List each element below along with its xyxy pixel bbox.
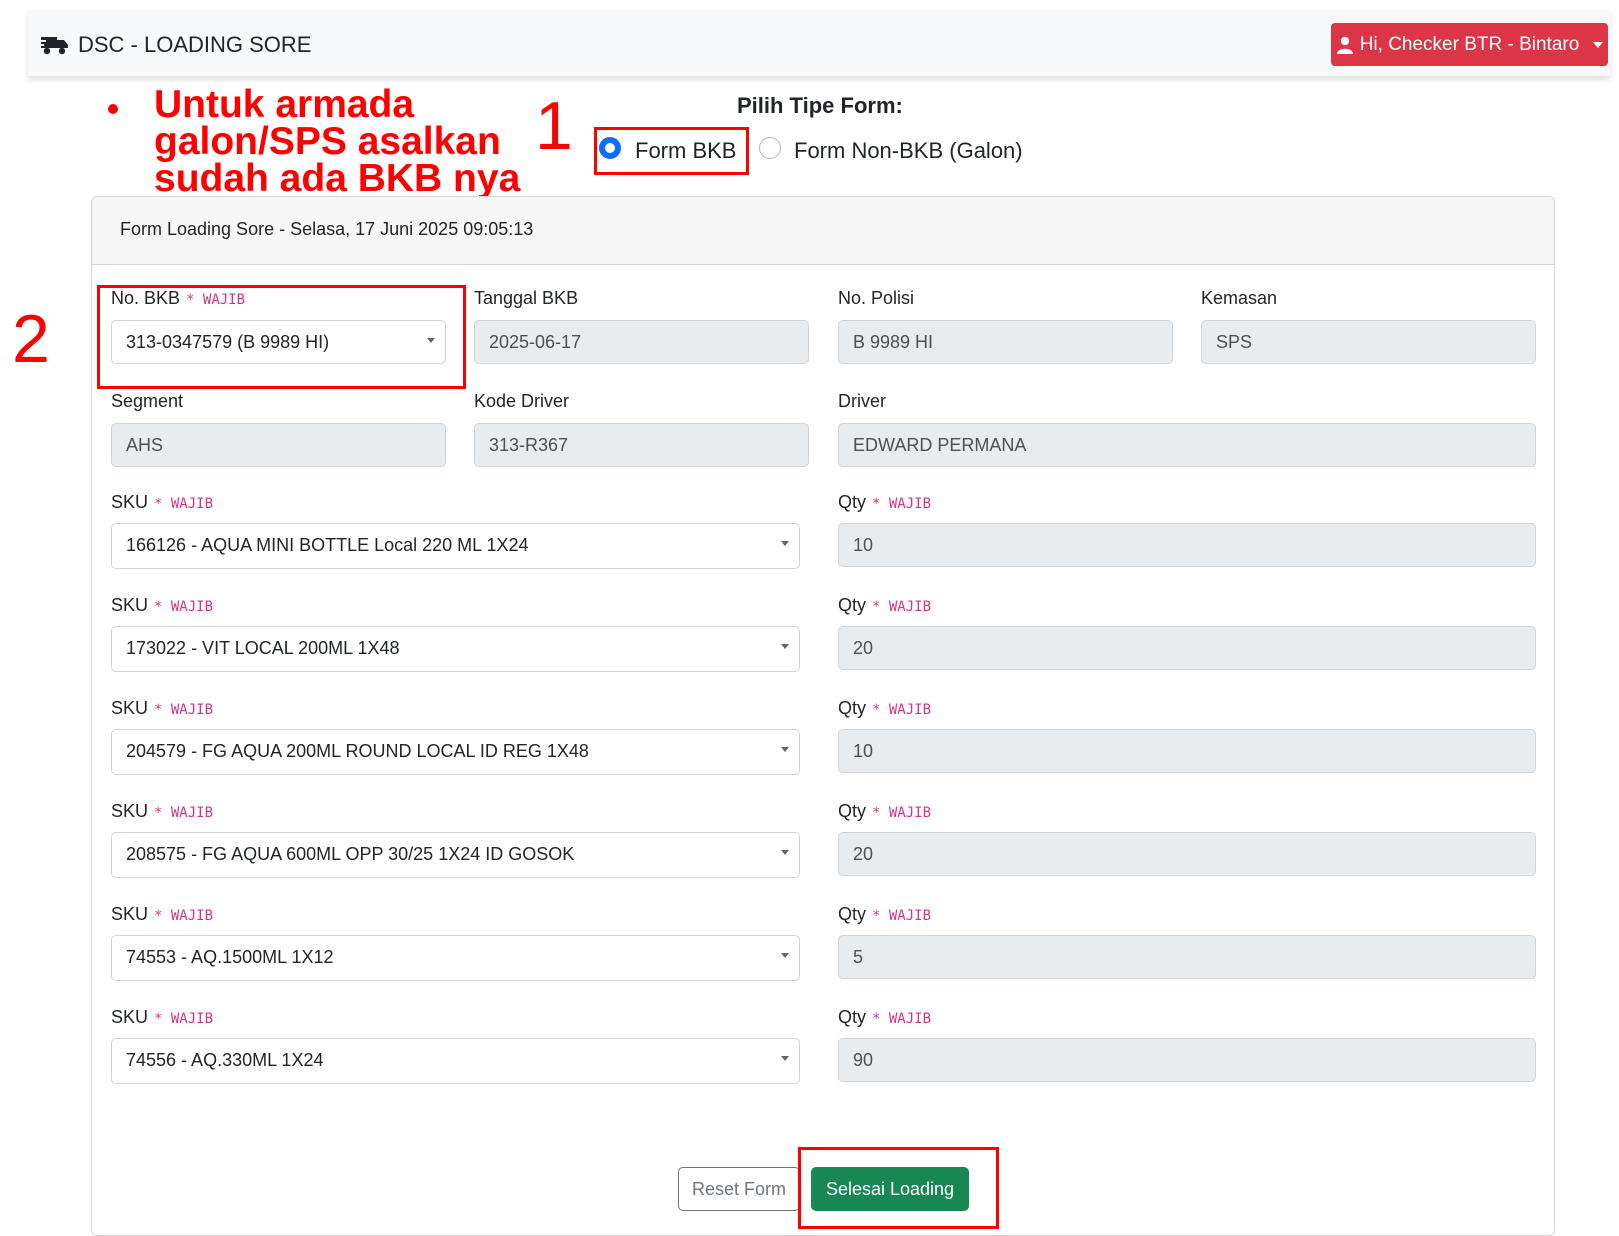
caret-down-icon bbox=[1593, 41, 1604, 48]
sku-value: 173022 - VIT LOCAL 200ML 1X48 bbox=[126, 638, 400, 658]
annotation-bullet bbox=[108, 104, 118, 114]
no-polisi-field[interactable]: B 9989 HI bbox=[838, 320, 1173, 364]
required-tag: * WAJIB bbox=[154, 702, 214, 718]
segment-field[interactable]: AHS bbox=[111, 423, 446, 467]
sku-select[interactable]: 74556 - AQ.330ML 1X24 bbox=[111, 1038, 800, 1084]
sku-select[interactable]: 74553 - AQ.1500ML 1X12 bbox=[111, 935, 800, 981]
annotation-note: Untuk armada galon/SPS asalkan sudah ada… bbox=[154, 83, 521, 200]
user-menu-label: Hi, Checker BTR - Bintaro bbox=[1359, 33, 1580, 55]
select-arrow-icon bbox=[781, 850, 789, 855]
kemasan-field[interactable]: SPS bbox=[1201, 320, 1536, 364]
sku-select[interactable]: 166126 - AQUA MINI BOTTLE Local 220 ML 1… bbox=[111, 523, 800, 569]
reset-form-button[interactable]: Reset Form bbox=[678, 1167, 800, 1211]
qty-label: Qty * WAJIB bbox=[838, 1007, 932, 1027]
required-tag: * WAJIB bbox=[154, 908, 214, 924]
qty-field[interactable]: 90 bbox=[838, 1038, 1536, 1082]
required-tag: * WAJIB bbox=[872, 908, 932, 924]
annotation-step-1: 1 bbox=[535, 88, 573, 164]
driver-field[interactable]: EDWARD PERMANA bbox=[838, 423, 1536, 467]
required-tag: * WAJIB bbox=[154, 1011, 214, 1027]
required-tag: * WAJIB bbox=[872, 805, 932, 821]
card-title: Form Loading Sore - Selasa, 17 Juni 2025… bbox=[120, 219, 534, 239]
user-icon bbox=[1336, 36, 1354, 54]
kemasan-label: Kemasan bbox=[1201, 288, 1278, 308]
tanggal-bkb-field[interactable]: 2025-06-17 bbox=[474, 320, 809, 364]
qty-field[interactable]: 20 bbox=[838, 626, 1536, 670]
navbar: DSC - LOADING SORE Hi, Checker BTR - Bin… bbox=[28, 10, 1610, 77]
select-arrow-icon bbox=[781, 1056, 789, 1061]
sku-value: 74556 - AQ.330ML 1X24 bbox=[126, 1050, 324, 1070]
required-tag: * WAJIB bbox=[872, 702, 932, 718]
no-polisi-label: No. Polisi bbox=[838, 288, 915, 308]
kode-driver-field[interactable]: 313-R367 bbox=[474, 423, 809, 467]
qty-label: Qty * WAJIB bbox=[838, 698, 932, 718]
sku-label: SKU * WAJIB bbox=[111, 904, 214, 924]
brand-title: DSC - LOADING SORE bbox=[78, 32, 312, 57]
form-non-bkb-radio[interactable] bbox=[759, 137, 781, 159]
required-tag: * WAJIB bbox=[154, 599, 214, 615]
segment-label: Segment bbox=[111, 391, 184, 411]
required-tag: * WAJIB bbox=[872, 496, 932, 512]
qty-field[interactable]: 20 bbox=[838, 832, 1536, 876]
qty-field[interactable]: 10 bbox=[838, 523, 1536, 567]
sku-value: 74553 - AQ.1500ML 1X12 bbox=[126, 947, 334, 967]
truck-icon bbox=[40, 34, 70, 56]
required-tag: * WAJIB bbox=[154, 805, 214, 821]
sku-label: SKU * WAJIB bbox=[111, 801, 214, 821]
qty-label: Qty * WAJIB bbox=[838, 801, 932, 821]
required-tag: * WAJIB bbox=[872, 1011, 932, 1027]
sku-label: SKU * WAJIB bbox=[111, 1007, 214, 1027]
annotation-box-1 bbox=[594, 127, 749, 175]
qty-field[interactable]: 5 bbox=[838, 935, 1536, 979]
user-menu-button[interactable]: Hi, Checker BTR - Bintaro bbox=[1331, 23, 1608, 66]
annotation-step-2: 2 bbox=[12, 301, 50, 377]
required-tag: * WAJIB bbox=[154, 496, 214, 512]
annotation-box-2 bbox=[97, 285, 466, 389]
sku-select[interactable]: 173022 - VIT LOCAL 200ML 1X48 bbox=[111, 626, 800, 672]
select-arrow-icon bbox=[781, 541, 789, 546]
required-tag: * WAJIB bbox=[872, 599, 932, 615]
qty-label: Qty * WAJIB bbox=[838, 595, 932, 615]
qty-label: Qty * WAJIB bbox=[838, 904, 932, 924]
navbar-brand[interactable]: DSC - LOADING SORE bbox=[40, 32, 311, 58]
annotation-box-3 bbox=[798, 1147, 999, 1229]
sku-select[interactable]: 204579 - FG AQUA 200ML ROUND LOCAL ID RE… bbox=[111, 729, 800, 775]
sku-label: SKU * WAJIB bbox=[111, 492, 214, 512]
sku-value: 166126 - AQUA MINI BOTTLE Local 220 ML 1… bbox=[126, 535, 529, 555]
card-header: Form Loading Sore - Selasa, 17 Juni 2025… bbox=[92, 197, 1554, 265]
sku-value: 204579 - FG AQUA 200ML ROUND LOCAL ID RE… bbox=[126, 741, 589, 761]
sku-label: SKU * WAJIB bbox=[111, 595, 214, 615]
qty-field[interactable]: 10 bbox=[838, 729, 1536, 773]
kode-driver-label: Kode Driver bbox=[474, 391, 570, 411]
sku-label: SKU * WAJIB bbox=[111, 698, 214, 718]
form-type-label: Pilih Tipe Form: bbox=[737, 93, 903, 118]
select-arrow-icon bbox=[781, 747, 789, 752]
qty-label: Qty * WAJIB bbox=[838, 492, 932, 512]
form-non-bkb-label[interactable]: Form Non-BKB (Galon) bbox=[794, 138, 1023, 164]
driver-label: Driver bbox=[838, 391, 886, 411]
select-arrow-icon bbox=[781, 953, 789, 958]
sku-value: 208575 - FG AQUA 600ML OPP 30/25 1X24 ID… bbox=[126, 844, 575, 864]
tanggal-bkb-label: Tanggal BKB bbox=[474, 288, 579, 308]
sku-select[interactable]: 208575 - FG AQUA 600ML OPP 30/25 1X24 ID… bbox=[111, 832, 800, 878]
select-arrow-icon bbox=[781, 644, 789, 649]
